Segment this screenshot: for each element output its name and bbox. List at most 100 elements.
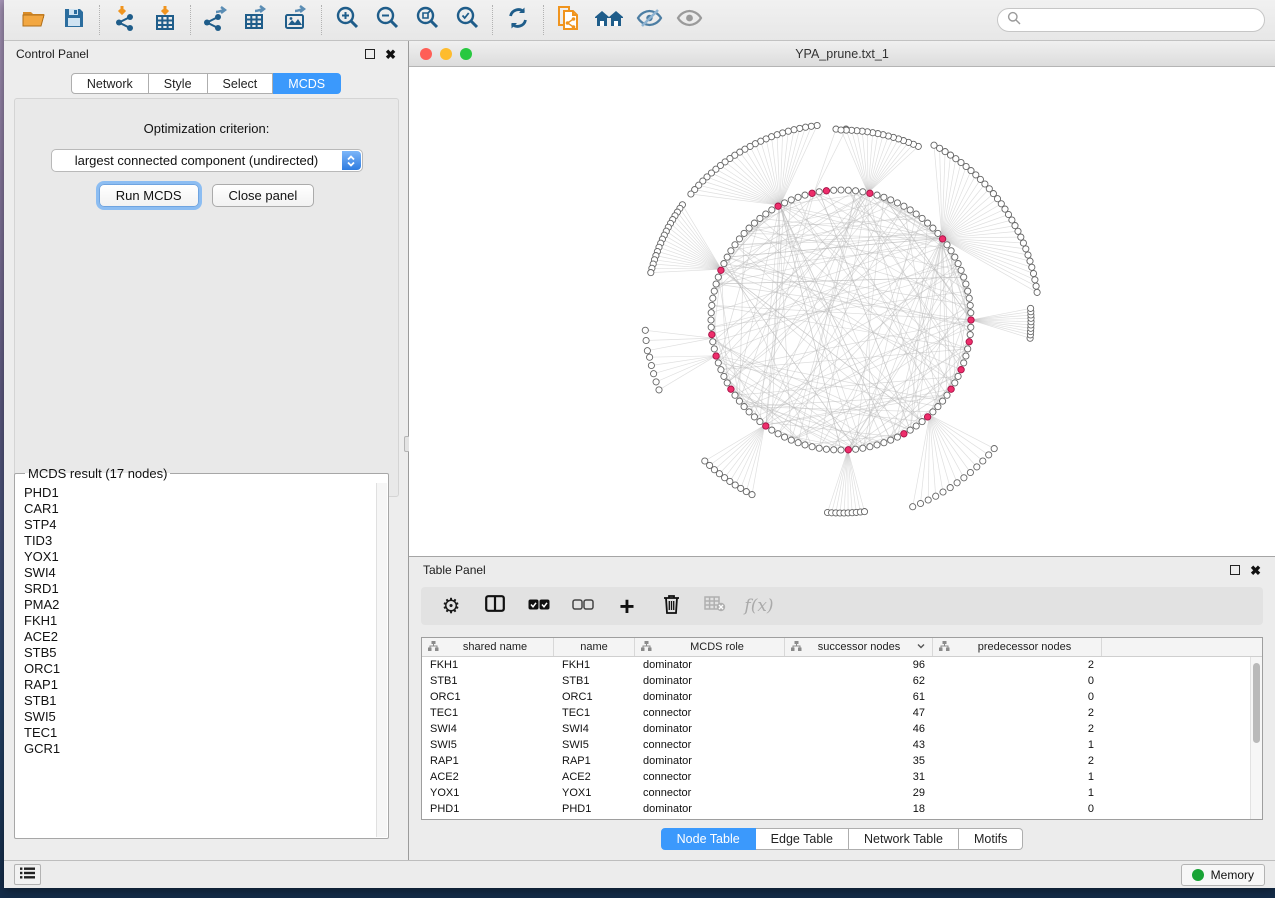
mcds-node[interactable] [713,353,719,359]
zoom-in-button[interactable] [327,3,367,37]
network-node[interactable] [967,469,973,475]
network-node[interactable] [724,254,730,260]
create-column-button[interactable]: + [615,594,639,618]
save-session-button[interactable] [54,3,94,37]
network-node[interactable] [917,500,923,506]
network-node[interactable] [711,346,717,352]
close-panel-button[interactable]: Close panel [212,184,315,207]
zoom-out-button[interactable] [367,3,407,37]
mcds-node-item[interactable]: SWI5 [24,709,367,725]
network-node[interactable] [721,373,727,379]
network-node[interactable] [802,124,808,130]
mcds-node-item[interactable]: FKH1 [24,613,367,629]
network-node[interactable] [958,267,964,273]
network-node[interactable] [642,327,648,333]
network-node[interactable] [710,339,716,345]
table-scrollbar[interactable] [1250,657,1262,819]
float-panel-icon[interactable] [365,49,375,59]
column-header-MCDS-role[interactable]: MCDS role [635,638,785,656]
network-node[interactable] [853,188,859,194]
mcds-node[interactable] [948,386,954,392]
mcds-node-item[interactable]: TID3 [24,533,367,549]
network-node[interactable] [933,493,939,499]
network-node[interactable] [724,380,730,386]
network-node[interactable] [709,302,715,308]
mcds-node[interactable] [845,447,851,453]
network-node[interactable] [894,434,900,440]
network-node[interactable] [809,444,815,450]
network-node[interactable] [874,442,880,448]
table-row[interactable]: RAP1RAP1dominator352 [422,753,1262,769]
network-node[interactable] [732,392,738,398]
mcds-node-item[interactable]: PHD1 [24,485,367,501]
network-node[interactable] [952,380,958,386]
network-node[interactable] [816,189,822,195]
mcds-node[interactable] [763,423,769,429]
network-node[interactable] [861,509,867,515]
network-node[interactable] [1033,283,1039,289]
network-node[interactable] [1034,289,1040,295]
network-node[interactable] [919,419,925,425]
network-node[interactable] [888,437,894,443]
network-node[interactable] [860,189,866,195]
network-node[interactable] [1025,252,1031,258]
network-node[interactable] [867,444,873,450]
network-node[interactable] [930,225,936,231]
table-row[interactable]: STB1STB1dominator620 [422,673,1262,689]
network-node[interactable] [795,194,801,200]
network-node[interactable] [944,392,950,398]
mcds-node[interactable] [867,190,873,196]
network-node[interactable] [736,398,742,404]
tab-mcds[interactable]: MCDS [273,73,341,94]
tab-node-table[interactable]: Node Table [661,828,756,850]
network-node[interactable] [963,281,969,287]
network-node[interactable] [644,348,650,354]
network-node[interactable] [965,288,971,294]
network-node[interactable] [881,194,887,200]
network-node[interactable] [653,379,659,385]
network-node[interactable] [782,200,788,206]
network-node[interactable] [713,281,719,287]
mcds-node-item[interactable]: RAP1 [24,677,367,693]
network-node[interactable] [968,310,974,316]
mcds-node-item[interactable]: CAR1 [24,501,367,517]
mcds-node-item[interactable]: STP4 [24,517,367,533]
delete-column-button[interactable] [659,594,683,618]
network-node[interactable] [935,404,941,410]
mcds-result-scrollbar[interactable] [376,483,387,837]
first-neighbors-button[interactable] [589,3,629,37]
network-node[interactable] [838,447,844,453]
network-node[interactable] [980,458,986,464]
mcds-node[interactable] [924,414,930,420]
network-node[interactable] [967,302,973,308]
network-node[interactable] [782,434,788,440]
network-node[interactable] [648,362,654,368]
close-panel-icon[interactable]: ✖ [385,48,396,61]
network-node[interactable] [708,324,714,330]
network-node[interactable] [721,261,727,267]
export-table-button[interactable] [236,3,276,37]
select-all-columns-button[interactable] [527,594,551,618]
network-node[interactable] [746,225,752,231]
show-log-button[interactable] [14,864,41,885]
tab-network[interactable]: Network [71,73,149,94]
mcds-node-item[interactable]: STB5 [24,645,367,661]
network-node[interactable] [732,242,738,248]
column-header-name[interactable]: name [554,638,635,656]
network-node[interactable] [1018,234,1024,240]
network-node[interactable] [874,192,880,198]
network-node[interactable] [919,215,925,221]
table-row[interactable]: PHD1PHD1dominator180 [422,801,1262,817]
refresh-button[interactable] [498,3,538,37]
table-row[interactable]: SWI5SWI5connector431 [422,737,1262,753]
network-node[interactable] [838,187,844,193]
mcds-node-item[interactable]: YOX1 [24,549,367,565]
network-node[interactable] [775,431,781,437]
network-node[interactable] [788,437,794,443]
network-node[interactable] [656,387,662,393]
mcds-node-item[interactable]: SRD1 [24,581,367,597]
hide-selected-button[interactable] [629,3,669,37]
network-node[interactable] [769,427,775,433]
network-node[interactable] [708,310,714,316]
export-image-button[interactable] [276,3,316,37]
